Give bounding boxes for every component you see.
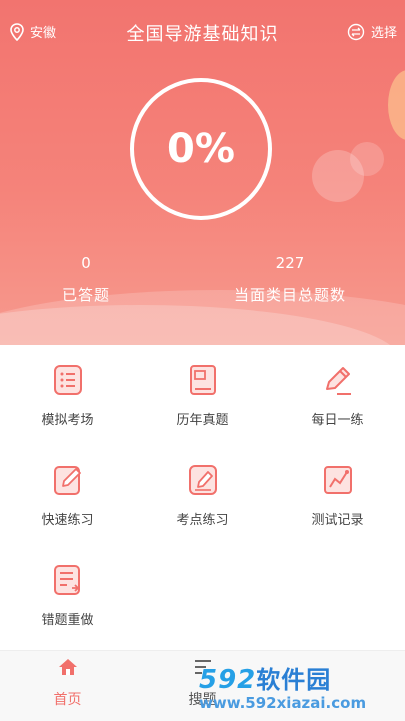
watermark-logo: 592软件园 (199, 660, 331, 695)
total-label: 当面类目总题数 (233, 286, 346, 304)
menu-item-label: 考点练习 (176, 513, 229, 528)
notebook-pen-icon (186, 463, 220, 497)
redo-doc-icon (51, 563, 85, 597)
list-doc-icon (51, 363, 85, 397)
menu-item-label: 历年真题 (176, 413, 229, 428)
answered-stat: 0 已答题 (56, 254, 116, 305)
progress-percent: 0% (167, 126, 235, 172)
bokeh-decoration (350, 142, 384, 176)
menu-item-quick-practice[interactable]: 快速练习 (0, 445, 135, 545)
menu-item-label: 错题重做 (41, 613, 94, 628)
select-label: 选择 (370, 26, 397, 41)
watermark-number: 592 (199, 665, 257, 695)
menu-item-past-papers[interactable]: 历年真题 (135, 345, 270, 445)
menu-item-redo-wrong[interactable]: 错题重做 (0, 545, 135, 645)
menu-item-label: 快速练习 (41, 513, 94, 528)
menu-item-label: 模拟考场 (41, 413, 94, 428)
progress-ring: 0% (130, 78, 272, 220)
menu-item-test-records[interactable]: 测试记录 (270, 445, 405, 545)
pencil-icon (321, 363, 355, 397)
tab-home-label: 首页 (53, 692, 82, 708)
select-button[interactable]: 选择 (347, 22, 397, 41)
menu-item-label: 每日一练 (311, 413, 364, 428)
page-title: 全国导游基础知识 (126, 24, 279, 45)
answered-count: 0 (81, 254, 91, 272)
menu-item-label: 测试记录 (311, 513, 364, 528)
menu-item-mock-exam[interactable]: 模拟考场 (0, 345, 135, 445)
book-icon (186, 363, 220, 397)
menu-item-keypoint-practice[interactable]: 考点练习 (135, 445, 270, 545)
watermark-name: 软件园 (256, 666, 332, 694)
answered-label: 已答题 (61, 286, 110, 304)
watermark: 592软件园 www.592xiazai.com (199, 660, 399, 716)
hero-banner: 安徽 全国导游基础知识 选择 0% 0 已答题 227 当面类目总题数 (0, 0, 405, 345)
sun-decoration (388, 70, 405, 140)
total-count: 227 (275, 254, 305, 272)
switch-icon (347, 23, 365, 40)
tab-home[interactable]: 首页 (0, 657, 135, 709)
chart-icon (321, 463, 355, 497)
edit-doc-icon (51, 463, 85, 497)
total-stat: 227 当面类目总题数 (220, 254, 360, 305)
menu-item-daily-practice[interactable]: 每日一练 (270, 345, 405, 445)
watermark-url: www.592xiazai.com (199, 694, 367, 712)
home-icon (58, 659, 77, 675)
